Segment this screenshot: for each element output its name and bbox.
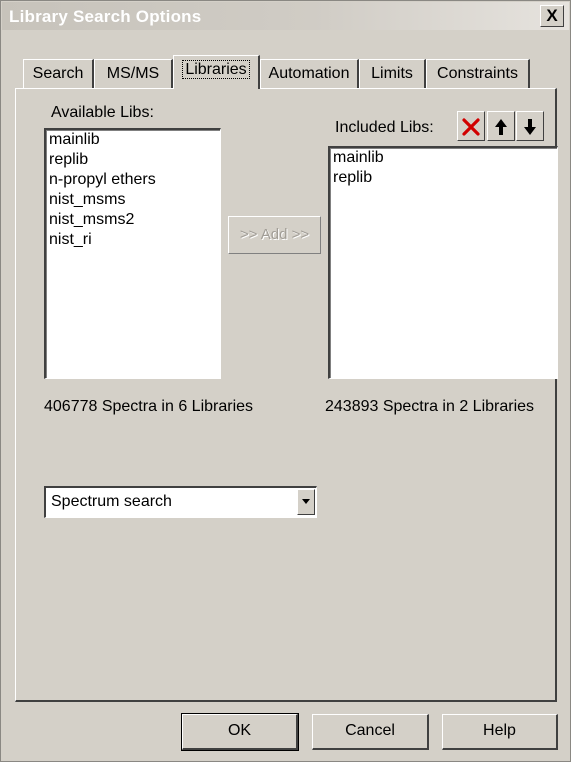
move-down-button[interactable] — [516, 111, 544, 141]
red-x-icon — [462, 118, 480, 136]
arrow-up-icon — [495, 119, 507, 135]
available-libs-summary: 406778 Spectra in 6 Libraries — [44, 398, 254, 415]
help-button[interactable]: Help — [442, 714, 558, 750]
list-item[interactable]: mainlib — [330, 148, 557, 168]
available-libs-list[interactable]: mainlib replib n-propyl ethers nist_msms… — [44, 128, 221, 379]
tab-constraints-label: Constraints — [437, 65, 518, 82]
dropdown-arrow-button[interactable] — [297, 489, 315, 515]
close-button[interactable]: X — [540, 5, 564, 27]
title-bar[interactable]: Library Search Options X — [2, 2, 569, 30]
tab-search[interactable]: Search — [23, 59, 94, 88]
tab-automation-label: Automation — [268, 65, 350, 82]
arrow-down-icon — [524, 119, 536, 135]
window-title: Library Search Options — [9, 7, 202, 26]
tab-msms[interactable]: MS/MS — [94, 59, 173, 88]
list-item[interactable]: replib — [46, 150, 220, 170]
chevron-down-icon — [302, 499, 310, 504]
included-libs-list[interactable]: mainlib replib — [328, 146, 558, 379]
add-button[interactable]: >> Add >> — [228, 216, 321, 254]
search-type-value: Spectrum search — [51, 493, 172, 510]
list-item[interactable]: mainlib — [46, 130, 220, 150]
ok-button[interactable]: OK — [181, 713, 299, 751]
tab-constraints[interactable]: Constraints — [426, 59, 530, 88]
available-libs-label: Available Libs: — [51, 104, 154, 121]
list-item[interactable]: nist_msms — [46, 190, 220, 210]
tab-automation[interactable]: Automation — [260, 59, 359, 88]
remove-library-button[interactable] — [457, 111, 485, 141]
move-up-button[interactable] — [487, 111, 515, 141]
search-type-select[interactable]: Spectrum search — [44, 486, 317, 518]
tab-libraries-label: Libraries — [182, 60, 250, 79]
tab-msms-label: MS/MS — [106, 65, 160, 82]
included-libs-summary: 243893 Spectra in 2 Libraries — [325, 398, 535, 415]
list-item[interactable]: nist_ri — [46, 230, 220, 250]
library-search-options-dialog: Library Search Options X Search MS/MS Li… — [0, 0, 571, 762]
tab-limits[interactable]: Limits — [359, 59, 426, 88]
list-item[interactable]: nist_msms2 — [46, 210, 220, 230]
tab-search-label: Search — [32, 65, 84, 82]
included-libs-label: Included Libs: — [335, 119, 434, 136]
list-item[interactable]: n-propyl ethers — [46, 170, 220, 190]
tab-libraries[interactable]: Libraries — [173, 55, 260, 89]
list-item[interactable]: replib — [330, 168, 557, 188]
cancel-button[interactable]: Cancel — [312, 714, 429, 750]
tab-limits-label: Limits — [371, 65, 413, 82]
